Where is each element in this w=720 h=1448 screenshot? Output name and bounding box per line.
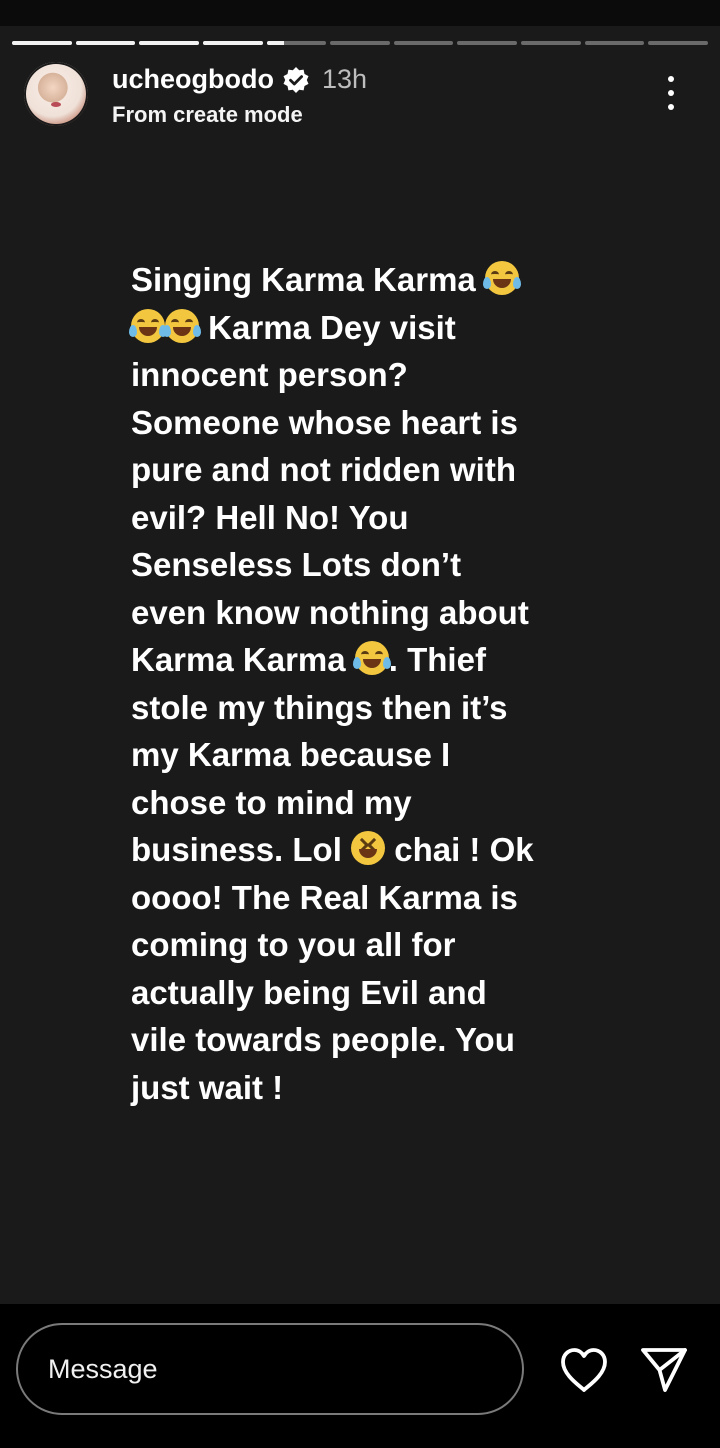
verified-badge-icon <box>283 67 309 93</box>
story-progress-segment <box>12 41 72 45</box>
story-text-segment: chai ! Ok <box>385 831 534 868</box>
menu-dot <box>668 90 674 96</box>
status-bar-strip <box>0 0 720 26</box>
story-text-segment: my Karma because I <box>131 736 451 773</box>
story-source-label: From create mode <box>112 102 303 127</box>
heart-icon[interactable] <box>558 1346 610 1394</box>
story-text-segment: stole my things then it’s <box>131 688 508 726</box>
story-text-line: pure and not ridden with <box>131 446 571 494</box>
story-text-segment: chose to mind my <box>131 783 412 821</box>
story-text-segment: Someone whose heart is <box>131 403 518 441</box>
story-progress-fill <box>266 41 285 45</box>
story-progress-segment <box>139 41 199 45</box>
story-text-segment: coming to you all for <box>131 926 456 963</box>
story-text-line: actually being Evil and <box>131 969 571 1017</box>
story-text-line: just wait ! <box>131 1064 571 1112</box>
menu-dot <box>668 76 674 82</box>
story-progress-fill <box>139 41 199 45</box>
story-progress-segment <box>202 41 263 45</box>
story-text-segment: even know nothing about <box>131 593 529 631</box>
story-text-segment: innocent person? <box>131 356 408 393</box>
story-text-segment: just wait ! <box>131 1068 284 1106</box>
story-text-segment: evil? Hell No! You <box>131 498 409 536</box>
story-text-segment: . Thief <box>388 641 486 678</box>
story-text-segment: Singing Karma Karma <box>131 261 485 298</box>
avatar[interactable] <box>24 62 88 126</box>
story-progress-fill <box>12 41 72 45</box>
story-text-segment: vile towards people. You <box>131 1021 515 1058</box>
story-progress-segment <box>584 41 645 45</box>
story-text-line: Someone whose heart is <box>131 399 571 447</box>
story-progress-segment <box>266 41 327 45</box>
face-with-tears-of-joy-icon <box>352 641 391 675</box>
story-text-line: stole my things then it’s <box>131 684 571 732</box>
story-text-segment: Karma Karma <box>131 641 355 678</box>
story-text-line: coming to you all for <box>131 921 571 969</box>
story-text-line: my Karma because I <box>131 731 571 779</box>
face-with-tears-of-joy-icon <box>482 261 521 295</box>
more-options-icon[interactable] <box>658 74 684 112</box>
story-progress-fill <box>75 41 136 45</box>
send-icon[interactable] <box>638 1344 690 1396</box>
story-text-line: vile towards people. You <box>131 1016 571 1064</box>
story-text-line: evil? Hell No! You <box>131 494 571 542</box>
story-text-segment: Karma Dey visit <box>199 308 456 346</box>
story-text-segment: business. Lol <box>131 831 352 868</box>
story-text-line: Singing Karma Karma <box>131 256 571 304</box>
story-progress-fill <box>202 41 263 45</box>
story-progress-segment <box>457 41 518 45</box>
menu-dot <box>668 104 674 110</box>
story-text-segment: Senseless Lots don’t <box>131 546 462 583</box>
story-text-line: business. Lol chai ! Ok <box>131 826 571 874</box>
story-progress-segment <box>521 41 581 45</box>
story-text-line: even know nothing about <box>131 589 571 637</box>
story-progress-segment <box>393 41 454 45</box>
username[interactable]: ucheogbodo <box>112 62 274 96</box>
story-progress-segment <box>330 41 390 45</box>
story-text-line: Karma Karma . Thief <box>131 636 571 684</box>
story-text-line: innocent person? <box>131 351 571 399</box>
story-text-segment: pure and not ridden with <box>131 451 516 488</box>
story-progress-bar <box>12 41 709 45</box>
grinning-squinting-face-icon <box>351 831 386 865</box>
story-text-line: oooo! The Real Karma is <box>131 874 571 922</box>
story-text-line: chose to mind my <box>131 779 571 827</box>
story-text-segment: actually being Evil and <box>131 973 487 1011</box>
story-text-line: Karma Dey visit <box>129 304 571 352</box>
story-progress-segment <box>648 41 709 45</box>
story-text: Singing Karma Karma Karma Dey visit innoc… <box>129 256 571 1112</box>
story-progress-segment <box>75 41 136 45</box>
story-text-segment: oooo! The Real Karma is <box>131 878 518 916</box>
avatar-lips <box>51 102 61 107</box>
message-input[interactable] <box>16 1323 524 1415</box>
story-text-line: Senseless Lots don’t <box>131 541 571 589</box>
face-with-tears-of-joy-icon <box>163 308 201 343</box>
face-with-tears-of-joy-icon <box>129 308 167 343</box>
story-time: 13h <box>322 64 368 94</box>
